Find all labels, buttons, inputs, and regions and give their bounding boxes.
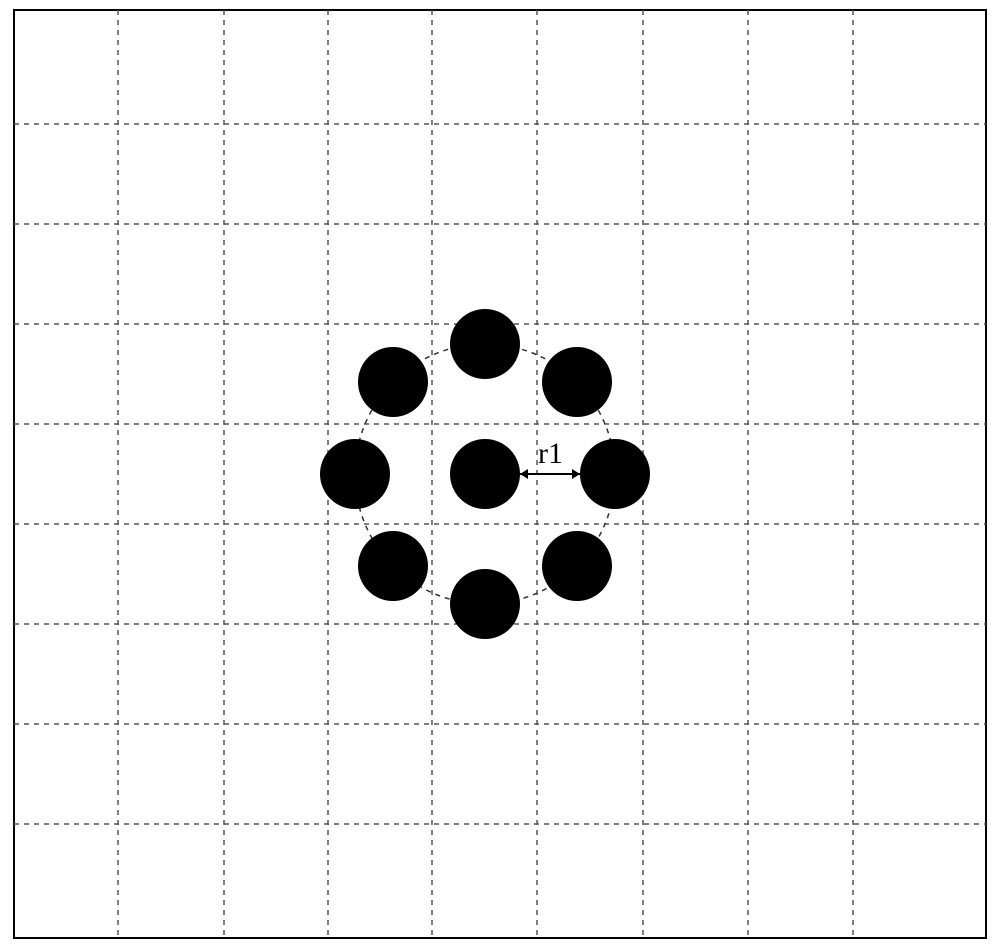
ring-dot [580,439,650,509]
radius-label: r1 [538,437,563,471]
ring-dot [358,531,428,601]
center-dot [450,439,520,509]
ring-dot [542,531,612,601]
ring-dot [358,347,428,417]
ring-dot [450,569,520,639]
ring-dot [320,439,390,509]
ring-dot [542,347,612,417]
diagram-canvas: r1 [0,0,1000,949]
ring-dot [450,309,520,379]
diagram-svg [0,0,1000,949]
